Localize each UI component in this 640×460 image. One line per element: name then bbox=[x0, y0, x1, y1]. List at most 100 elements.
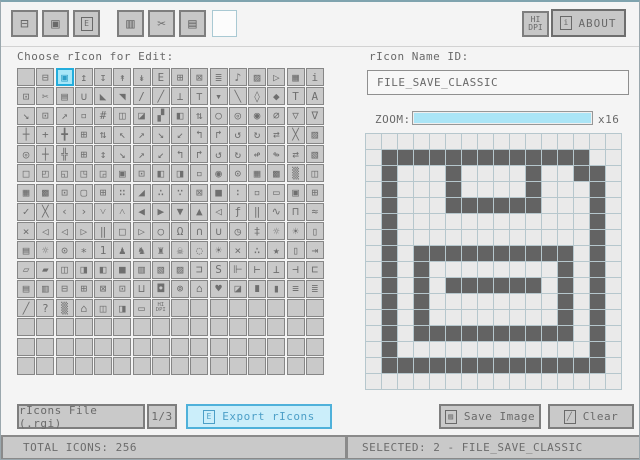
icon-cell[interactable]: ☠ bbox=[171, 241, 189, 259]
icon-cell[interactable]: ◫ bbox=[113, 107, 131, 125]
pixel-cell[interactable] bbox=[414, 310, 429, 325]
pixel-cell[interactable] bbox=[366, 294, 381, 309]
icon-cell[interactable] bbox=[56, 318, 74, 336]
icon-cell[interactable]: ╋ bbox=[56, 126, 74, 144]
icon-cell[interactable]: ▣ bbox=[113, 164, 131, 182]
pixel-cell[interactable] bbox=[606, 326, 621, 341]
icon-cell[interactable]: ‡ bbox=[248, 222, 266, 240]
pixel-cell[interactable] bbox=[446, 294, 461, 309]
pixel-cell[interactable] bbox=[606, 262, 621, 277]
icon-cell[interactable]: ◫ bbox=[306, 164, 324, 182]
icon-cell[interactable] bbox=[306, 338, 324, 356]
pixel-cell[interactable] bbox=[574, 278, 589, 293]
icon-cell[interactable]: ⊡ bbox=[36, 107, 54, 125]
icon-cell[interactable]: ★ bbox=[267, 241, 285, 259]
icon-cell[interactable]: ◷ bbox=[229, 222, 247, 240]
pixel-cell[interactable] bbox=[398, 294, 413, 309]
pixel-cell[interactable] bbox=[366, 214, 381, 229]
icon-cell[interactable]: ⊥ bbox=[267, 261, 285, 279]
pixel-cell[interactable] bbox=[430, 310, 445, 325]
pixel-cell[interactable] bbox=[366, 310, 381, 325]
pixel-cell[interactable] bbox=[446, 214, 461, 229]
icon-cell[interactable]: ↫ bbox=[248, 145, 266, 163]
icon-cell[interactable]: ↬ bbox=[267, 145, 285, 163]
icon-cell[interactable] bbox=[75, 318, 93, 336]
pixel-cell[interactable] bbox=[494, 230, 509, 245]
pixel-cell[interactable] bbox=[366, 182, 381, 197]
icon-cell[interactable]: × bbox=[229, 241, 247, 259]
icon-cell[interactable] bbox=[306, 357, 324, 375]
pixel-cell[interactable] bbox=[526, 342, 541, 357]
pixel-cell[interactable] bbox=[462, 198, 477, 213]
pixel-cell[interactable] bbox=[398, 310, 413, 325]
icon-cell[interactable] bbox=[210, 338, 228, 356]
pixel-cell[interactable] bbox=[606, 150, 621, 165]
pixel-cell[interactable] bbox=[510, 230, 525, 245]
pixel-cell[interactable] bbox=[446, 262, 461, 277]
pixel-cell[interactable] bbox=[542, 214, 557, 229]
icon-cell[interactable]: ✓ bbox=[17, 203, 35, 221]
icon-cell[interactable]: ◧ bbox=[94, 261, 112, 279]
icon-cell[interactable]: ⇥ bbox=[306, 241, 324, 259]
pixel-cell[interactable] bbox=[558, 374, 573, 389]
icon-cell[interactable]: ˅ bbox=[94, 203, 112, 221]
pixel-cell[interactable] bbox=[414, 294, 429, 309]
icon-cell[interactable]: ▭ bbox=[267, 184, 285, 202]
icon-cell[interactable]: ▒ bbox=[287, 164, 305, 182]
pixel-cell[interactable] bbox=[430, 230, 445, 245]
pixel-cell[interactable] bbox=[558, 262, 573, 277]
pixel-cell[interactable] bbox=[382, 278, 397, 293]
pixel-cell[interactable] bbox=[398, 182, 413, 197]
icon-cell[interactable]: # bbox=[94, 107, 112, 125]
icon-cell[interactable]: ⊡ bbox=[17, 87, 35, 105]
icon-cell[interactable]: ♟ bbox=[113, 241, 131, 259]
icon-cell[interactable]: □ bbox=[17, 164, 35, 182]
pixel-cell[interactable] bbox=[494, 294, 509, 309]
pixel-cell[interactable] bbox=[414, 326, 429, 341]
icon-cell[interactable] bbox=[152, 357, 170, 375]
pixel-cell[interactable] bbox=[558, 150, 573, 165]
icon-cell[interactable]: ↟ bbox=[113, 68, 131, 86]
pixel-cell[interactable] bbox=[446, 310, 461, 325]
pixel-cell[interactable] bbox=[542, 326, 557, 341]
pixel-cell[interactable] bbox=[446, 342, 461, 357]
icon-cell[interactable]: ⊤ bbox=[190, 87, 208, 105]
icon-cell[interactable]: ↱ bbox=[210, 126, 228, 144]
icon-cell[interactable]: ▫ bbox=[248, 184, 266, 202]
pixel-cell[interactable] bbox=[526, 150, 541, 165]
pixel-cell[interactable] bbox=[526, 374, 541, 389]
icon-cell[interactable]: ≣ bbox=[210, 68, 228, 86]
icon-cell[interactable]: ◫ bbox=[56, 261, 74, 279]
icon-cell[interactable]: ▣ bbox=[287, 184, 305, 202]
pixel-cell[interactable] bbox=[398, 166, 413, 181]
pixel-cell[interactable] bbox=[606, 374, 621, 389]
pixel-cell[interactable] bbox=[478, 150, 493, 165]
pixel-cell[interactable] bbox=[574, 230, 589, 245]
icon-cell[interactable]: ▽ bbox=[287, 107, 305, 125]
pixel-cell[interactable] bbox=[430, 262, 445, 277]
icon-cell[interactable]: ♥ bbox=[210, 280, 228, 298]
pixel-cell[interactable] bbox=[446, 198, 461, 213]
icon-cell[interactable]: ? bbox=[36, 299, 54, 317]
pixel-cell[interactable] bbox=[398, 358, 413, 373]
icon-cell[interactable]: HI DPI bbox=[152, 299, 170, 317]
icon-cell[interactable]: ◳ bbox=[75, 164, 93, 182]
pixel-cell[interactable] bbox=[590, 166, 605, 181]
pixel-cell[interactable] bbox=[398, 278, 413, 293]
pixel-cell[interactable] bbox=[398, 262, 413, 277]
icon-cell[interactable]: ▮ bbox=[267, 280, 285, 298]
pixel-cell[interactable] bbox=[574, 294, 589, 309]
pixel-cell[interactable] bbox=[478, 166, 493, 181]
pixel-cell[interactable] bbox=[366, 358, 381, 373]
icon-cell[interactable]: ⇅ bbox=[190, 107, 208, 125]
icon-cell[interactable]: ⊞ bbox=[171, 68, 189, 86]
icon-cell[interactable] bbox=[171, 299, 189, 317]
pixel-cell[interactable] bbox=[414, 134, 429, 149]
pixel-cell[interactable] bbox=[542, 374, 557, 389]
save-file-button[interactable]: ▣ bbox=[42, 10, 69, 37]
pixel-cell[interactable] bbox=[606, 166, 621, 181]
icon-cell[interactable]: ▷ bbox=[267, 68, 285, 86]
pixel-cell[interactable] bbox=[478, 358, 493, 373]
pixel-cell[interactable] bbox=[494, 310, 509, 325]
pixel-cell[interactable] bbox=[558, 230, 573, 245]
